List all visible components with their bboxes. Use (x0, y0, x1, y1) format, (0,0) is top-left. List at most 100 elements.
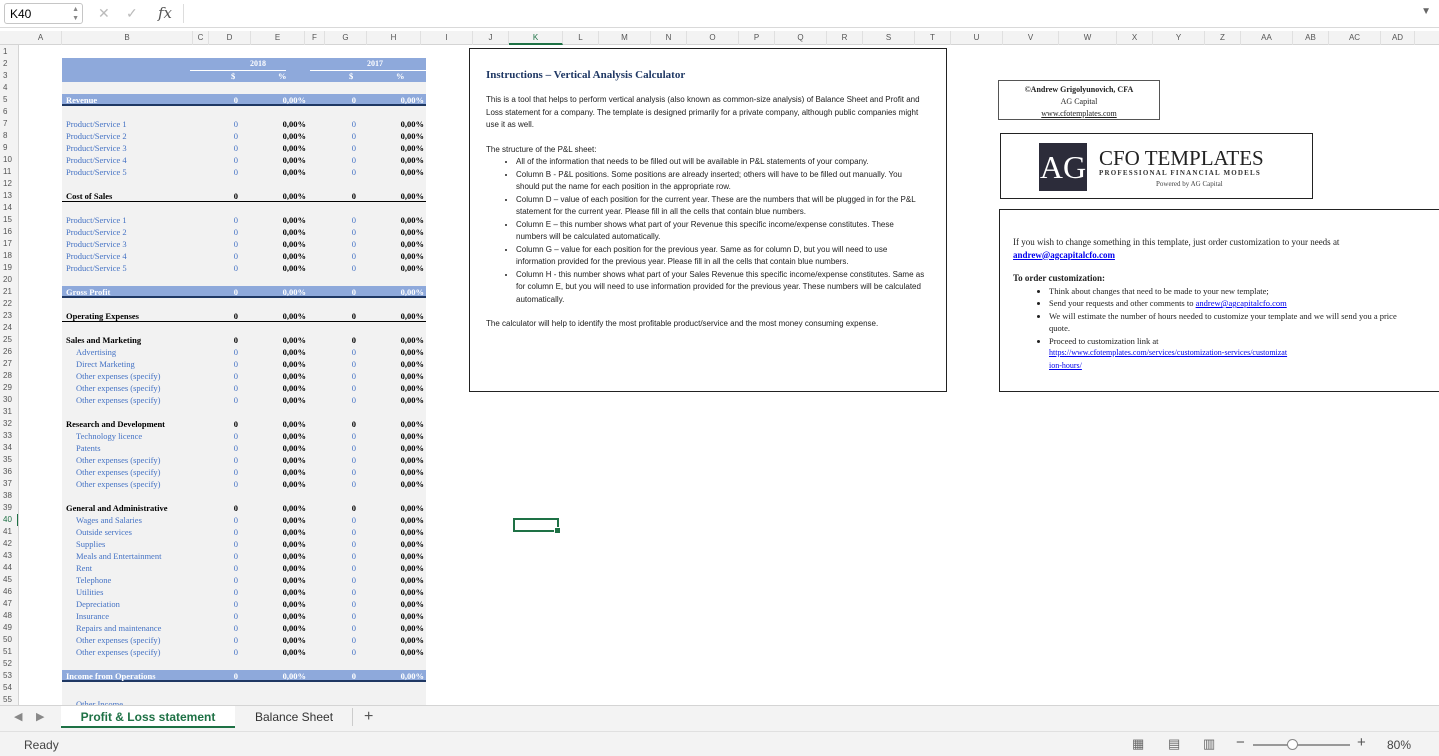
column-header-i[interactable]: I (421, 31, 473, 45)
column-header-w[interactable]: W (1059, 31, 1117, 45)
column-header-l[interactable]: L (563, 31, 599, 45)
row-header-28[interactable]: 28 (0, 370, 18, 382)
row-header-25[interactable]: 25 (0, 334, 18, 346)
custom-bullet-2-email[interactable]: andrew@agcapitalcfo.com (1196, 298, 1287, 308)
column-header-q[interactable]: Q (775, 31, 827, 45)
row-header-19[interactable]: 19 (0, 262, 18, 274)
row-header-26[interactable]: 26 (0, 346, 18, 358)
column-header-n[interactable]: N (651, 31, 687, 45)
name-box-spinner-icon[interactable]: ▲ ▼ (72, 5, 79, 23)
tab-profit-loss[interactable]: Profit & Loss statement (61, 706, 235, 728)
row-header-48[interactable]: 48 (0, 610, 18, 622)
column-header-s[interactable]: S (863, 31, 915, 45)
column-header-m[interactable]: M (599, 31, 651, 45)
row-header-9[interactable]: 9 (0, 142, 18, 154)
column-header-u[interactable]: U (951, 31, 1003, 45)
row-header-40[interactable]: 40 (0, 514, 18, 526)
row-header-54[interactable]: 54 (0, 682, 18, 694)
tab-balance-sheet[interactable]: Balance Sheet (236, 706, 352, 728)
row-header-55[interactable]: 55 (0, 694, 18, 705)
row-header-51[interactable]: 51 (0, 646, 18, 658)
column-header-ab[interactable]: AB (1293, 31, 1329, 45)
column-header-x[interactable]: X (1117, 31, 1153, 45)
row-header-44[interactable]: 44 (0, 562, 18, 574)
row-header-30[interactable]: 30 (0, 394, 18, 406)
enter-icon[interactable]: ✓ (126, 5, 138, 22)
row-header-22[interactable]: 22 (0, 298, 18, 310)
row-header-38[interactable]: 38 (0, 490, 18, 502)
zoom-in-icon[interactable]: + (1357, 734, 1366, 751)
row-header-52[interactable]: 52 (0, 658, 18, 670)
insert-function-icon[interactable]: fx (158, 4, 172, 22)
column-header-j[interactable]: J (473, 31, 509, 45)
row-header-10[interactable]: 10 (0, 154, 18, 166)
column-header-p[interactable]: P (739, 31, 775, 45)
row-header-53[interactable]: 53 (0, 670, 18, 682)
row-header-12[interactable]: 12 (0, 178, 18, 190)
column-header-e[interactable]: E (251, 31, 305, 45)
row-header-4[interactable]: 4 (0, 82, 18, 94)
row-header-50[interactable]: 50 (0, 634, 18, 646)
row-header-31[interactable]: 31 (0, 406, 18, 418)
zoom-slider-handle[interactable] (1287, 739, 1298, 750)
row-header-11[interactable]: 11 (0, 166, 18, 178)
column-header-c[interactable]: C (193, 31, 209, 45)
row-header-39[interactable]: 39 (0, 502, 18, 514)
row-header-27[interactable]: 27 (0, 358, 18, 370)
row-header-49[interactable]: 49 (0, 622, 18, 634)
column-header-a[interactable]: A (20, 31, 62, 45)
column-header-k[interactable]: K (509, 31, 563, 45)
scroll-left-icon[interactable]: ◀ (14, 710, 22, 723)
row-header-32[interactable]: 32 (0, 418, 18, 430)
zoom-out-icon[interactable]: − (1236, 734, 1245, 751)
normal-view-icon[interactable]: ▦ (1132, 736, 1144, 752)
row-header-24[interactable]: 24 (0, 322, 18, 334)
column-header-y[interactable]: Y (1153, 31, 1205, 45)
zoom-slider[interactable] (1253, 744, 1350, 746)
row-header-5[interactable]: 5 (0, 94, 18, 106)
column-header-b[interactable]: B (62, 31, 193, 45)
credit-link[interactable]: www.cfotemplates.com (1041, 109, 1116, 118)
row-header-8[interactable]: 8 (0, 130, 18, 142)
row-header-20[interactable]: 20 (0, 274, 18, 286)
add-sheet-icon[interactable]: + (364, 708, 373, 726)
row-header-14[interactable]: 14 (0, 202, 18, 214)
custom-email-link[interactable]: andrew@agcapitalcfo.com (1013, 250, 1115, 260)
expand-formula-bar-icon[interactable]: ▼ (1421, 6, 1431, 17)
column-header-h[interactable]: H (367, 31, 421, 45)
column-header-g[interactable]: G (325, 31, 367, 45)
column-header-v[interactable]: V (1003, 31, 1059, 45)
column-header-t[interactable]: T (915, 31, 951, 45)
row-header-29[interactable]: 29 (0, 382, 18, 394)
row-header-15[interactable]: 15 (0, 214, 18, 226)
custom-url-link[interactable]: https://www.cfotemplates.com/services/cu… (1049, 347, 1289, 372)
row-header-18[interactable]: 18 (0, 250, 18, 262)
row-header-46[interactable]: 46 (0, 586, 18, 598)
row-header-47[interactable]: 47 (0, 598, 18, 610)
column-header-ac[interactable]: AC (1329, 31, 1381, 45)
row-header-7[interactable]: 7 (0, 118, 18, 130)
row-header-41[interactable]: 41 (0, 526, 18, 538)
row-header-16[interactable]: 16 (0, 226, 18, 238)
column-header-o[interactable]: O (687, 31, 739, 45)
row-header-6[interactable]: 6 (0, 106, 18, 118)
column-header-z[interactable]: Z (1205, 31, 1241, 45)
row-header-2[interactable]: 2 (0, 58, 18, 70)
row-header-13[interactable]: 13 (0, 190, 18, 202)
name-box[interactable]: K40 ▲ ▼ (4, 3, 83, 24)
row-header-23[interactable]: 23 (0, 310, 18, 322)
selected-cell-k40[interactable] (513, 518, 561, 534)
column-header-d[interactable]: D (209, 31, 251, 45)
row-header-35[interactable]: 35 (0, 454, 18, 466)
page-break-icon[interactable]: ▥ (1203, 736, 1215, 752)
row-header-3[interactable]: 3 (0, 70, 18, 82)
row-header-42[interactable]: 42 (0, 538, 18, 550)
row-header-43[interactable]: 43 (0, 550, 18, 562)
cancel-icon[interactable]: ✕ (98, 5, 110, 22)
page-layout-icon[interactable]: ▤ (1168, 736, 1180, 752)
column-header-aa[interactable]: AA (1241, 31, 1293, 45)
column-header-r[interactable]: R (827, 31, 863, 45)
column-header-f[interactable]: F (305, 31, 325, 45)
row-header-33[interactable]: 33 (0, 430, 18, 442)
row-header-21[interactable]: 21 (0, 286, 18, 298)
